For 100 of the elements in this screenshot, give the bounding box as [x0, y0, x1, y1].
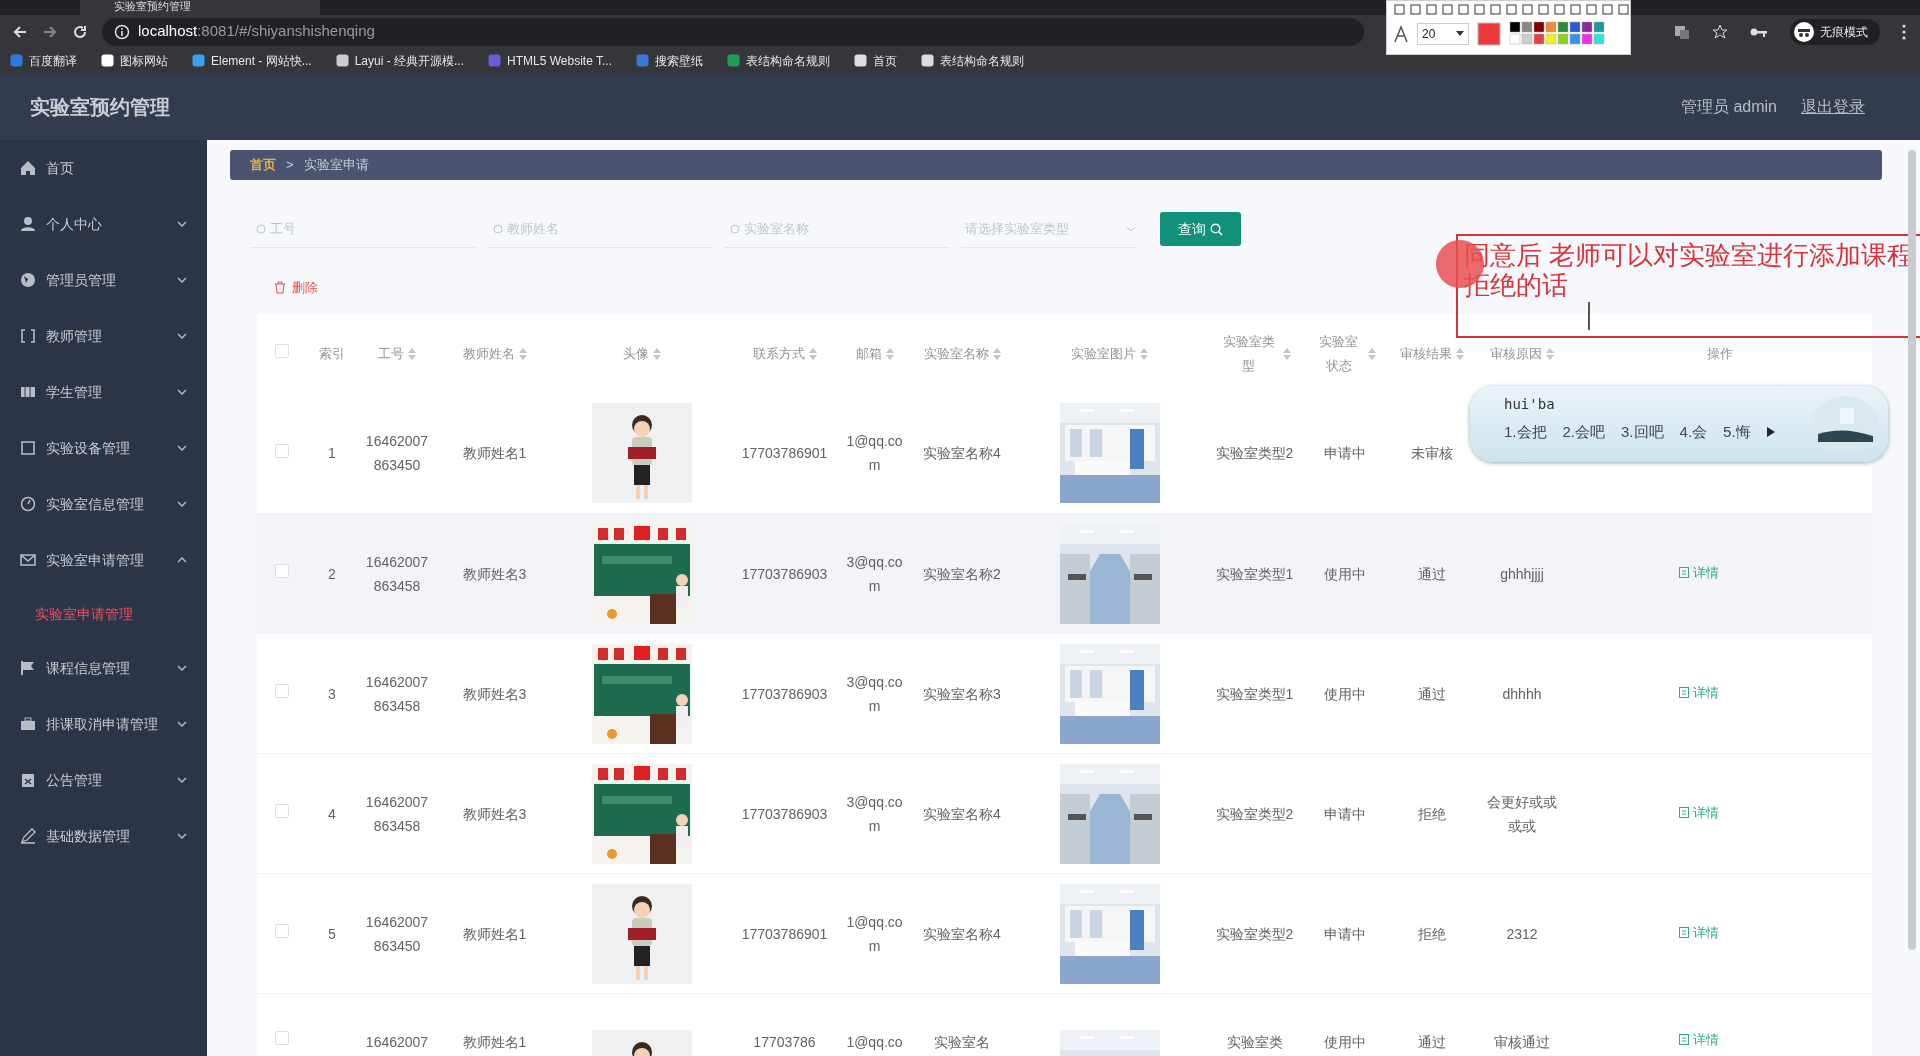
- url-text: localhost:8081/#/shiyanshishenqing: [138, 21, 375, 42]
- sidebar-item[interactable]: 排课取消申请管理: [0, 696, 207, 752]
- table-cell-text: 5: [328, 924, 336, 944]
- row-checkbox[interactable]: [275, 564, 289, 578]
- sidebar-item[interactable]: 实验室信息管理: [0, 476, 207, 532]
- table-cell-text: 17703786903: [741, 804, 828, 824]
- table-cell-text: 16462007: [365, 1033, 429, 1052]
- ime-candidate[interactable]: 5.悔: [1723, 421, 1751, 444]
- info-icon: [114, 23, 130, 40]
- bookmark[interactable]: 表结构命名规则: [727, 51, 830, 70]
- sidebar-item[interactable]: 实验设备管理: [0, 420, 207, 476]
- sort-icon[interactable]: [653, 347, 661, 360]
- bookmark-icon: [921, 54, 934, 67]
- sidebar-item[interactable]: 首页: [0, 140, 207, 196]
- sidebar-item[interactable]: 课程信息管理: [0, 640, 207, 696]
- more-icon[interactable]: [1902, 23, 1906, 40]
- reload-icon[interactable]: [72, 23, 88, 40]
- sort-icon[interactable]: [808, 347, 817, 360]
- bookmark-icon: [192, 54, 205, 67]
- font-size-select[interactable]: 20: [1417, 22, 1469, 45]
- translate-icon[interactable]: [1674, 23, 1690, 40]
- row-checkbox[interactable]: [275, 1031, 289, 1045]
- sidebar-item[interactable]: 学生管理: [0, 364, 207, 420]
- browser-tab[interactable]: 实验室预约管理: [80, 0, 320, 15]
- sidebar-item[interactable]: 管理员管理: [0, 252, 207, 308]
- color-palette-drawing[interactable]: [1509, 21, 1607, 46]
- square-icon: [20, 440, 36, 456]
- row-checkbox[interactable]: [275, 804, 289, 818]
- table-cell-text: 实验室名称4: [923, 804, 1001, 824]
- table-cell-text: 17703786901: [741, 924, 828, 944]
- address-bar[interactable]: localhost:8081/#/shiyanshishenqing: [102, 17, 1364, 46]
- clipboard-icon: [20, 772, 36, 788]
- search-icon: [1210, 222, 1223, 236]
- table-cell-text: 16462007863458: [365, 672, 429, 716]
- bookmark[interactable]: Layui - 经典开源模...: [335, 51, 465, 70]
- query-button[interactable]: 查询: [1160, 212, 1241, 246]
- table-cell-text: 16462007863450: [365, 432, 429, 476]
- table-cell-text: 实验室类型2: [1215, 804, 1294, 824]
- table-cell-text: 2: [328, 564, 336, 584]
- sidebar-item[interactable]: 基础数据管理: [0, 808, 207, 864]
- bookmark[interactable]: 首页: [854, 51, 897, 70]
- table-cell-text: 会更好或或或或: [1486, 792, 1558, 836]
- breadcrumb-item[interactable]: 首页: [250, 155, 276, 175]
- trash-icon: [274, 281, 286, 295]
- dial-icon: [20, 496, 36, 512]
- table-cell-text: 实验室名称2: [923, 564, 1001, 584]
- text-tool-icon[interactable]: [1393, 24, 1409, 43]
- sort-icon[interactable]: [408, 347, 416, 360]
- table-cell-text: 教师姓名3: [462, 684, 527, 704]
- table-cell-text: 1@qq.co: [846, 1033, 903, 1052]
- table-cell-text: 拒绝: [1418, 924, 1446, 944]
- row-checkbox[interactable]: [275, 684, 289, 698]
- incognito-badge[interactable]: 无痕模式: [1790, 18, 1880, 45]
- ime-candidate[interactable]: 4.会: [1679, 421, 1708, 444]
- scrollbar[interactable]: [1908, 150, 1916, 950]
- sort-icon[interactable]: [1456, 347, 1464, 360]
- user-label: 管理员 admin: [1680, 96, 1777, 117]
- bookmark[interactable]: Element - 网站快...: [192, 51, 312, 70]
- sort-icon[interactable]: [518, 347, 527, 360]
- sort-icon[interactable]: [1546, 347, 1554, 360]
- row-checkbox[interactable]: [275, 443, 289, 458]
- select-all-checkbox[interactable]: [275, 343, 289, 358]
- bookmark[interactable]: 图标网站: [101, 51, 168, 70]
- sort-icon[interactable]: [1283, 347, 1291, 360]
- ime-candidate[interactable]: 3.回吧: [1621, 421, 1664, 444]
- document-icon: [1679, 687, 1689, 699]
- table-cell-text: 4: [328, 804, 336, 824]
- ime-candidate[interactable]: 2.会吧: [1562, 421, 1606, 444]
- color-swatch-icon[interactable]: [1477, 21, 1501, 46]
- table-cell-text: ghhhjjjj: [1500, 564, 1544, 584]
- next-page-icon[interactable]: [1766, 427, 1775, 438]
- radio-icon: [256, 224, 266, 234]
- bookmark[interactable]: 表结构命名规则: [921, 51, 1024, 70]
- sidebar-item[interactable]: 公告管理: [0, 752, 207, 808]
- bookmark[interactable]: 搜索壁纸: [636, 51, 703, 70]
- sidebar-item[interactable]: 教师管理: [0, 308, 207, 364]
- bookmark-icon: [101, 54, 114, 67]
- bookmark[interactable]: 百度翻译: [10, 51, 77, 70]
- bookmark-icon: [854, 54, 867, 67]
- ime-candidate[interactable]: 1.会把: [1504, 421, 1547, 444]
- document-icon: [1679, 567, 1689, 579]
- forward-icon[interactable]: [42, 23, 58, 40]
- sort-icon[interactable]: [1368, 347, 1376, 360]
- row-checkbox[interactable]: [275, 924, 289, 938]
- sidebar-item[interactable]: 个人中心: [0, 196, 207, 252]
- delete-button[interactable]: 删除: [270, 276, 322, 300]
- table-cell-text: 1@qq.com: [845, 432, 904, 476]
- table-cell-text: 17703786903: [741, 684, 828, 704]
- logout-link[interactable]: 退出登录: [1801, 94, 1865, 119]
- sort-icon[interactable]: [1140, 347, 1148, 360]
- bookmark[interactable]: HTML5 Website T...: [488, 51, 612, 70]
- briefcase-icon: [20, 716, 36, 732]
- sort-icon[interactable]: [992, 347, 1001, 360]
- sidebar-subitem[interactable]: 实验室申请管理: [0, 588, 207, 640]
- sidebar-item[interactable]: 实验室申请管理: [0, 532, 207, 588]
- back-icon[interactable]: [12, 23, 28, 40]
- table-cell-text: 实验室类型2: [1215, 444, 1294, 464]
- breadcrumb-item: 实验室申请: [303, 156, 369, 175]
- star-icon[interactable]: [1712, 23, 1728, 40]
- sort-icon[interactable]: [885, 347, 894, 360]
